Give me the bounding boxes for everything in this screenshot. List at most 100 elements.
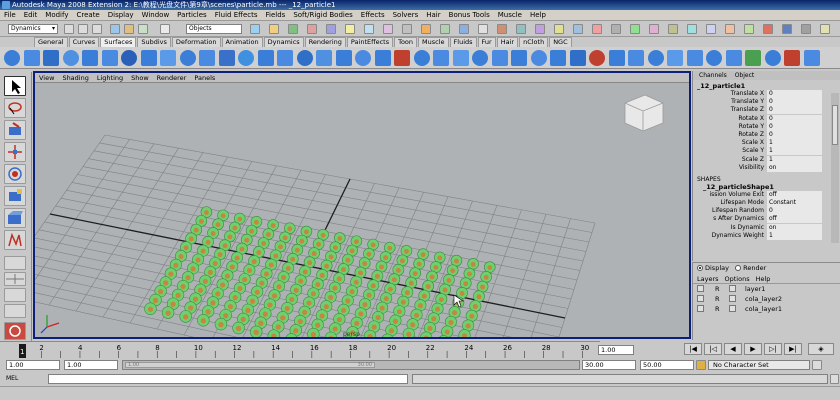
shape-node-name[interactable]: _12_particleShape1 (693, 183, 840, 191)
shelf-tool-icon[interactable] (764, 50, 781, 66)
shelf-tool-icon[interactable] (374, 50, 391, 66)
shelf-tab-curves[interactable]: Curves (68, 37, 100, 47)
shelf-tool-icon[interactable] (62, 50, 79, 66)
panel-menu-lighting[interactable]: Lighting (93, 73, 127, 83)
channel-value[interactable]: 1 (767, 147, 822, 156)
channel-value[interactable]: Constant (767, 199, 822, 208)
channel-value[interactable]: 0 (767, 106, 822, 115)
time-slider[interactable]: 2 4 6 8 10 12 14 16 18 20 22 24 26 28 30 1 (0, 341, 600, 358)
menu-window[interactable]: Window (138, 10, 174, 21)
rotate-tool-icon[interactable] (4, 164, 26, 184)
view-cube-icon[interactable] (624, 94, 664, 132)
layer-row[interactable]: Rcola_layer1 (693, 304, 840, 314)
channel-row[interactable]: Is Dynamic on (693, 223, 840, 232)
shelf-tool-icon[interactable] (355, 50, 371, 66)
scrollbar-thumb[interactable] (832, 105, 838, 145)
go-to-start-icon[interactable]: |◀ (684, 343, 702, 355)
shelf-tool-icon[interactable] (23, 50, 40, 66)
shelf-tool-icon[interactable] (394, 50, 410, 66)
channel-value[interactable]: 0 (767, 122, 822, 131)
status-line-tool-icon[interactable] (269, 24, 279, 34)
shelf-tab-painteffects[interactable]: PaintEffects (346, 37, 394, 47)
maya-render-icon[interactable] (4, 322, 26, 340)
layer-color-swatch[interactable] (729, 295, 736, 302)
select-by-hierarchy-icon[interactable] (110, 24, 120, 34)
shelf-tool-icon[interactable] (199, 50, 215, 66)
channel-row[interactable]: Lifespan Random 0 (693, 207, 840, 216)
shelf-tool-icon[interactable] (511, 50, 527, 66)
current-time-field[interactable]: 1.00 (598, 345, 634, 355)
channel-row[interactable]: Rotate Z0 (693, 130, 840, 139)
shelf-tool-icon[interactable] (101, 50, 118, 66)
step-forward-key-icon[interactable]: ▷| (764, 343, 782, 355)
layer-menu-options[interactable]: Options (725, 275, 750, 283)
shelf-tool-icon[interactable] (530, 50, 547, 66)
go-to-end-icon[interactable]: ▶| (784, 343, 802, 355)
shelf-tool-icon[interactable] (160, 50, 176, 66)
shelf-tab-toon[interactable]: Toon (394, 37, 418, 47)
layer-visibility-toggle[interactable] (697, 295, 704, 302)
status-line-tool-icon[interactable] (573, 24, 583, 34)
shelf-tool-icon[interactable] (550, 50, 566, 66)
menu-fields[interactable]: Fields (262, 10, 290, 21)
scale-tool-icon[interactable] (4, 186, 26, 206)
status-line-tool-icon[interactable] (326, 24, 336, 34)
menu-solvers[interactable]: Solvers (389, 10, 423, 21)
shelf-tool-icon[interactable] (4, 50, 20, 66)
status-line-tool-icon[interactable] (535, 24, 545, 34)
channel-value[interactable]: 0 (767, 130, 822, 139)
persp-outliner-layout-icon[interactable] (4, 288, 26, 302)
status-line-tool-icon[interactable] (478, 24, 488, 34)
channel-value[interactable]: off (767, 215, 822, 224)
status-line-tool-icon[interactable] (592, 24, 602, 34)
shelf-tab-surfaces[interactable]: Surfaces (100, 37, 137, 47)
shelf-tool-icon[interactable] (569, 50, 586, 66)
paint-select-tool-icon[interactable] (4, 120, 26, 140)
selected-object-name[interactable]: _12_particle1 (697, 82, 840, 90)
panel-menu-renderer[interactable]: Renderer (153, 73, 191, 83)
status-line-tool-icon[interactable] (497, 24, 507, 34)
shelf-tool-icon[interactable] (43, 50, 59, 66)
status-line-tool-icon[interactable] (516, 24, 526, 34)
status-line-tool-icon[interactable] (744, 24, 754, 34)
channels-menu[interactable]: Channels (699, 72, 727, 79)
channel-value[interactable]: 0 (767, 114, 822, 123)
layer-name[interactable]: cola_layer2 (745, 294, 782, 304)
status-line-tool-icon[interactable] (630, 24, 640, 34)
status-line-tool-icon[interactable] (706, 24, 716, 34)
status-line-tool-icon[interactable] (820, 24, 830, 34)
channel-row[interactable]: s After Dynamics off (693, 215, 840, 224)
shelf-tool-icon[interactable] (491, 50, 508, 66)
shelf-tool-icon[interactable] (608, 50, 625, 66)
layer-row[interactable]: Rlayer1 (693, 284, 840, 294)
shelf-tab-ncloth[interactable]: nCloth (519, 37, 549, 47)
menu-bonus-tools[interactable]: Bonus Tools (445, 10, 494, 21)
shelf-tab-general[interactable]: General (34, 37, 68, 47)
channel-row[interactable]: Scale X1 (693, 139, 840, 148)
menu-create[interactable]: Create (72, 10, 103, 21)
channel-row[interactable]: Visibility on (693, 163, 840, 172)
shelf-tab-deformation[interactable]: Deformation (171, 37, 221, 47)
shelf-tool-icon[interactable] (667, 50, 683, 66)
menu-muscle[interactable]: Muscle (494, 10, 526, 21)
shelf-tool-icon[interactable] (686, 50, 703, 66)
channel-row[interactable]: Scale Z1 (693, 155, 840, 164)
menu-particles[interactable]: Particles (173, 10, 211, 21)
status-line-tool-icon[interactable] (383, 24, 393, 34)
channel-row[interactable]: Dynamics Weight 1 (693, 231, 840, 240)
panel-menu-show[interactable]: Show (127, 73, 153, 83)
command-input[interactable] (48, 374, 408, 384)
shelf-tool-icon[interactable] (121, 50, 137, 66)
command-language-label[interactable]: MEL (6, 375, 18, 383)
shelf-tool-icon[interactable] (472, 50, 488, 66)
shelf-tool-icon[interactable] (140, 50, 157, 66)
shelf-tab-dynamics[interactable]: Dynamics (263, 37, 304, 47)
channel-row[interactable]: Translate Y0 (693, 98, 840, 107)
range-bar[interactable]: 1.00 30.00 (122, 360, 580, 370)
channel-row[interactable]: ission Volume Exit off (693, 190, 840, 199)
display-radio-button[interactable] (697, 265, 703, 271)
menu-hair[interactable]: Hair (422, 10, 444, 21)
status-line-tool-icon[interactable] (554, 24, 564, 34)
shelf-tool-icon[interactable] (296, 50, 313, 66)
shelf-tool-icon[interactable] (218, 50, 235, 66)
